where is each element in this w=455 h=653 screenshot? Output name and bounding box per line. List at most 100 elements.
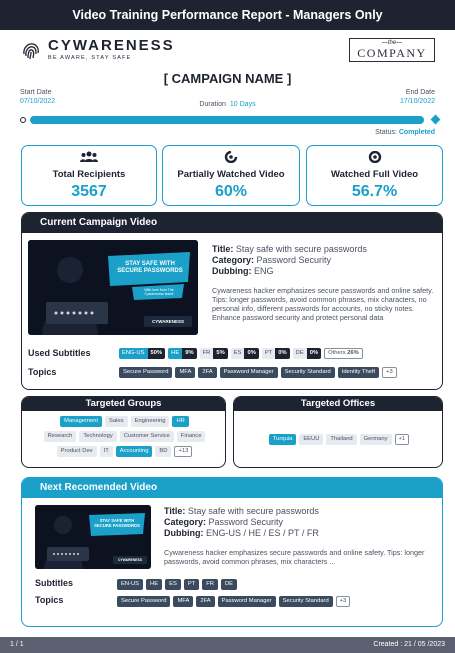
campaign-progress-bar	[30, 116, 424, 124]
subtitle-chip: PT 0%	[261, 348, 290, 359]
company-logo: —the— COMPANY	[349, 38, 435, 62]
group-chip: BD	[155, 446, 172, 457]
topic-chip: MFA	[173, 596, 194, 607]
subtitle-chip: HE 9%	[168, 348, 197, 359]
current-video-panel: Current Campaign Video STAY SAFE WITH SE…	[21, 212, 443, 390]
groups-more-chip[interactable]: +13	[174, 446, 193, 457]
group-chip: Technology	[79, 431, 117, 442]
partial-eye-icon	[224, 151, 238, 163]
dubbing-label: Dubbing:	[164, 528, 204, 538]
subtitle-pct: 9%	[182, 348, 197, 359]
stat-card-total-recipients: Total Recipients 3567	[21, 145, 157, 206]
thumbnail-title: STAY SAFE WITH SECURE PASSWORDS	[117, 261, 183, 274]
topics-more-chip[interactable]: +3	[382, 367, 397, 378]
start-date-label: Start Date	[20, 89, 52, 96]
subtitle-chip: FR 5%	[199, 348, 228, 359]
subtitle-chip: EN-US	[117, 579, 144, 590]
topic-chip: Secure Password	[119, 367, 173, 378]
status-label: Status:	[375, 129, 397, 136]
topic-chip: Secure Password	[117, 596, 171, 607]
end-date-value: 17/10/2022	[399, 98, 435, 105]
subtitle-chip: ENG-US 50%	[119, 348, 166, 359]
subtitle-lang: Others	[328, 350, 346, 356]
brand-tagline: BE AWARE, STAY SAFE	[48, 55, 132, 61]
topic-chip: MFA	[175, 367, 196, 378]
eye-icon	[368, 151, 381, 163]
thumbnail-subtitle: With love from The Cywareness team!	[144, 288, 174, 296]
stat-label: Partially Watched Video	[177, 169, 285, 180]
thumbnail-brand: CYWARENESS	[151, 319, 184, 324]
current-video-description: Cywareness hacker emphasizes secure pass…	[212, 286, 434, 322]
end-date-label: End Date	[405, 89, 435, 96]
subtitle-pct: 0%	[275, 348, 290, 359]
video-title: Stay safe with secure passwords	[235, 244, 367, 254]
offices-more-chip[interactable]: +1	[394, 434, 410, 445]
subtitle-chip: DE	[221, 579, 238, 590]
targeted-groups-list: Management Sales Engineering HR Research Tech…	[22, 416, 225, 461]
stat-value: 3567	[71, 183, 107, 200]
next-video-panel: Next Recomended Video STAY SAFE WITH SEC…	[21, 477, 443, 627]
subtitle-lang: HE	[168, 348, 183, 359]
subtitle-lang: ENG-US	[119, 348, 148, 359]
topics-label: Topics	[28, 367, 57, 377]
subtitle-lang: PT	[261, 348, 276, 359]
duration-value: 10 Days	[229, 101, 256, 108]
targeted-groups-header: Targeted Groups	[22, 397, 225, 411]
targeted-groups-row: Product Dev IT Accounting BD +13	[22, 446, 225, 457]
subtitle-lang: ES	[230, 348, 245, 359]
current-video-thumbnail[interactable]: STAY SAFE WITH SECURE PASSWORDS With lov…	[28, 240, 198, 335]
brand-name: CYWARENESS	[48, 37, 175, 54]
next-subtitles-list: EN-US HE ES PT FR DE	[117, 579, 437, 590]
subtitle-chip: PT	[183, 579, 200, 590]
current-video-info: Title: Stay safe with secure passwords C…	[212, 244, 438, 277]
subtitle-chip: ES	[165, 579, 181, 590]
next-video-thumbnail[interactable]: STAY SAFE WITH SECURE PASSWORDS CYWARENE…	[35, 505, 151, 569]
video-dubbing: ENG	[254, 266, 274, 276]
topic-chip: Identity Theft	[337, 367, 380, 378]
topics-list: Secure Password MFA 2FA Password Manager…	[119, 367, 441, 378]
topic-chip: 2FA	[196, 596, 215, 607]
targeted-groups-panel: Targeted Groups Management Sales Engineeri…	[21, 396, 226, 468]
report-title: Video Training Performance Report - Mana…	[72, 8, 383, 22]
thumbnail-brand: CYWARENESS	[117, 558, 143, 562]
stat-card-watched-full: Watched Full Video 56.7%	[306, 145, 443, 206]
topic-chip: Security Standard	[280, 367, 335, 378]
campaign-name: [ CAMPAIGN NAME ]	[163, 71, 292, 86]
stat-value: 56.7%	[351, 183, 398, 200]
targeted-offices-panel: Targeted Offices Turquia EEUU Thailand Germ…	[233, 396, 443, 468]
subtitle-pct: 0%	[306, 348, 322, 359]
targeted-groups-row: Management Sales Engineering HR	[22, 416, 225, 427]
next-topics-label: Topics	[35, 595, 64, 605]
category-label: Category:	[212, 255, 255, 265]
title-label: Title:	[164, 506, 186, 516]
group-chip: Product Dev	[56, 446, 97, 457]
timeline-start-marker	[20, 117, 26, 123]
group-chip: Management	[60, 416, 102, 427]
status-value: Completed	[398, 129, 435, 136]
group-chip: Accounting	[115, 446, 153, 457]
next-video-header: Next Recomended Video	[22, 478, 442, 498]
group-chip: Customer Service	[119, 431, 174, 442]
current-video-header: Current Campaign Video	[22, 213, 442, 233]
video-dubbing: ENG-US / HE / ES / PT / FR	[206, 528, 319, 538]
next-subtitles-label: Subtitles	[35, 578, 74, 588]
stat-label: Watched Full Video	[330, 169, 419, 180]
subtitle-pct: 5%	[213, 348, 228, 359]
office-chip: EEUU	[299, 434, 324, 445]
video-title: Stay safe with secure passwords	[187, 506, 319, 516]
group-chip: HR	[172, 416, 189, 427]
subtitle-chip: DE 0%	[292, 348, 322, 359]
subtitle-chip: ES 0%	[230, 348, 259, 359]
subtitle-chip-others: Others 26%	[324, 348, 363, 359]
subtitle-lang: FR	[199, 348, 214, 359]
used-subtitles-list: ENG-US 50% HE 9% FR 5% ES 0% PT 0% DE 0% Other…	[119, 348, 439, 359]
campaign-status: Status: Completed	[375, 129, 435, 136]
company-logo-name: COMPANY	[357, 46, 427, 60]
duration: Duration 10 Days	[0, 101, 455, 108]
office-chip: Germany	[359, 434, 392, 445]
subtitle-pct: 0%	[244, 348, 259, 359]
subtitle-chip: FR	[202, 579, 218, 590]
topics-more-chip[interactable]: +3	[335, 596, 351, 607]
next-video-info: Title: Stay safe with secure passwords C…	[164, 506, 438, 539]
group-chip: Engineering	[130, 416, 170, 427]
